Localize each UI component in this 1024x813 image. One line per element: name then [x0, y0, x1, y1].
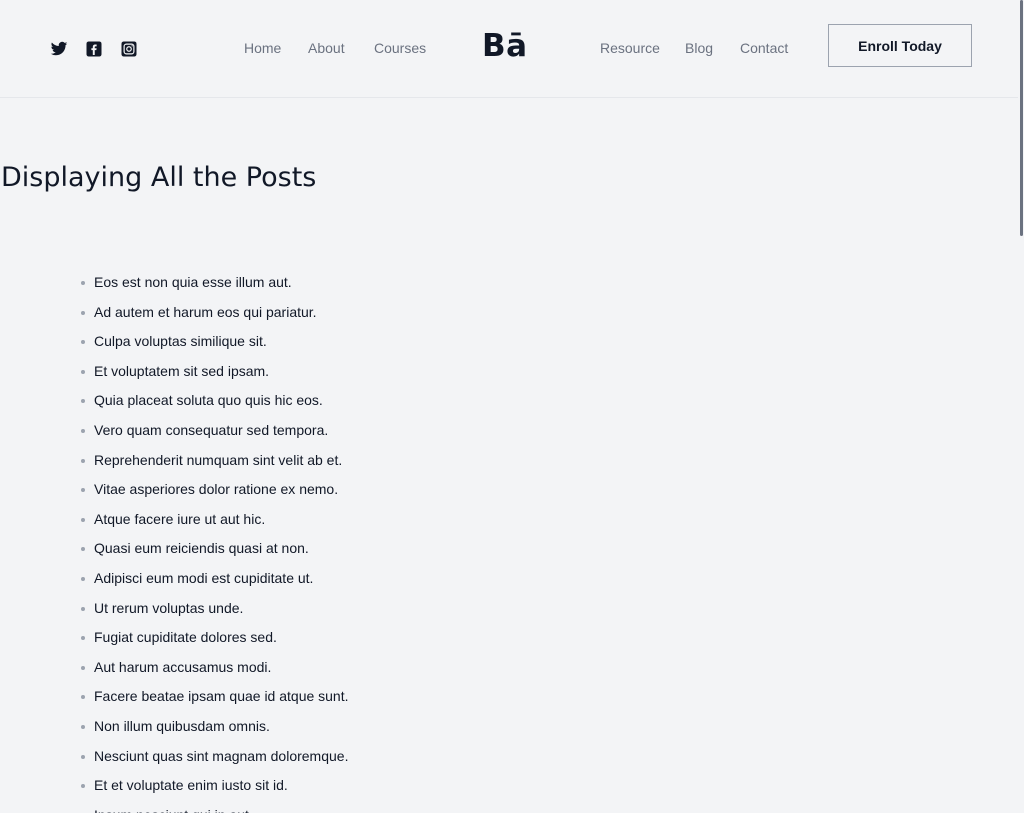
- post-link[interactable]: Et voluptatem sit sed ipsam.: [94, 363, 269, 379]
- page-title: Displaying All the Posts: [1, 162, 317, 193]
- page: Home About Courses Bā Resource Blog Cont…: [0, 0, 1024, 813]
- list-item: Ut rerum voluptas unde.: [78, 596, 349, 626]
- post-link[interactable]: Culpa voluptas similique sit.: [94, 333, 267, 349]
- list-item: Et voluptatem sit sed ipsam.: [78, 359, 349, 389]
- post-link[interactable]: Reprehenderit numquam sint velit ab et.: [94, 452, 342, 468]
- list-item: Quasi eum reiciendis quasi at non.: [78, 536, 349, 566]
- post-link[interactable]: Non illum quibusdam omnis.: [94, 718, 270, 734]
- list-item: Facere beatae ipsam quae id atque sunt.: [78, 684, 349, 714]
- list-item: Vitae asperiores dolor ratione ex nemo.: [78, 477, 349, 507]
- nav-courses[interactable]: Courses: [374, 40, 426, 57]
- nav-resource[interactable]: Resource: [600, 40, 660, 57]
- list-item: Nesciunt quas sint magnam doloremque.: [78, 744, 349, 774]
- nav-blog[interactable]: Blog: [685, 40, 713, 57]
- scrollbar-thumb[interactable]: [1020, 0, 1023, 236]
- facebook-icon[interactable]: [85, 40, 103, 58]
- site-logo[interactable]: Bā: [482, 27, 528, 65]
- list-item: Fugiat cupiditate dolores sed.: [78, 625, 349, 655]
- post-link[interactable]: Ut rerum voluptas unde.: [94, 600, 243, 616]
- list-item: Atque facere iure ut aut hic.: [78, 507, 349, 537]
- post-link[interactable]: Eos est non quia esse illum aut.: [94, 274, 292, 290]
- list-item: Et et voluptate enim iusto sit id.: [78, 773, 349, 803]
- post-link[interactable]: Fugiat cupiditate dolores sed.: [94, 629, 277, 645]
- post-link[interactable]: Aut harum accusamus modi.: [94, 659, 271, 675]
- post-link[interactable]: Vitae asperiores dolor ratione ex nemo.: [94, 481, 338, 497]
- post-link[interactable]: Facere beatae ipsam quae id atque sunt.: [94, 688, 349, 704]
- post-link[interactable]: Ipsum nesciunt qui in aut.: [94, 807, 253, 813]
- post-link[interactable]: Et et voluptate enim iusto sit id.: [94, 777, 288, 793]
- posts-list: Eos est non quia esse illum aut. Ad autem…: [78, 270, 349, 813]
- post-link[interactable]: Vero quam consequatur sed tempora.: [94, 422, 328, 438]
- scrollbar[interactable]: [1018, 0, 1024, 813]
- post-link[interactable]: Quasi eum reiciendis quasi at non.: [94, 540, 309, 556]
- social-links: [50, 40, 138, 58]
- list-item: Aut harum accusamus modi.: [78, 655, 349, 685]
- post-link[interactable]: Adipisci eum modi est cupiditate ut.: [94, 570, 313, 586]
- list-item: Reprehenderit numquam sint velit ab et.: [78, 448, 349, 478]
- list-item: Culpa voluptas similique sit.: [78, 329, 349, 359]
- list-item: Vero quam consequatur sed tempora.: [78, 418, 349, 448]
- post-link[interactable]: Atque facere iure ut aut hic.: [94, 511, 265, 527]
- nav-home[interactable]: Home: [244, 40, 281, 57]
- enroll-today-button[interactable]: Enroll Today: [828, 24, 972, 67]
- nav-about[interactable]: About: [308, 40, 345, 57]
- list-item: Adipisci eum modi est cupiditate ut.: [78, 566, 349, 596]
- list-item: Non illum quibusdam omnis.: [78, 714, 349, 744]
- post-link[interactable]: Ad autem et harum eos qui pariatur.: [94, 304, 317, 320]
- nav-contact[interactable]: Contact: [740, 40, 788, 57]
- list-item: Ipsum nesciunt qui in aut.: [78, 803, 349, 813]
- post-link[interactable]: Nesciunt quas sint magnam doloremque.: [94, 748, 348, 764]
- site-header: Home About Courses Bā Resource Blog Cont…: [0, 0, 1018, 98]
- list-item: Eos est non quia esse illum aut.: [78, 270, 349, 300]
- list-item: Ad autem et harum eos qui pariatur.: [78, 300, 349, 330]
- twitter-icon[interactable]: [50, 40, 68, 58]
- instagram-icon[interactable]: [120, 40, 138, 58]
- post-link[interactable]: Quia placeat soluta quo quis hic eos.: [94, 392, 323, 408]
- list-item: Quia placeat soluta quo quis hic eos.: [78, 388, 349, 418]
